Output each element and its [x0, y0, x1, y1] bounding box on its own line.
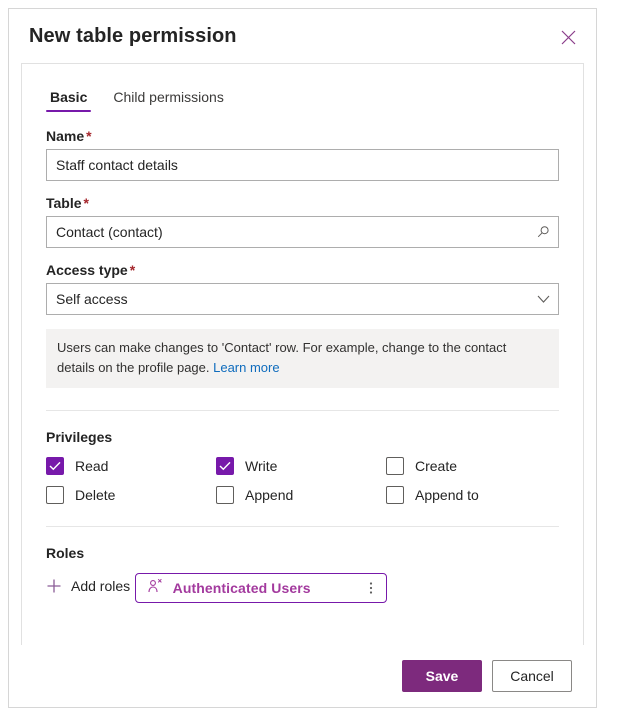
save-button[interactable]: Save [402, 660, 482, 692]
divider-privileges [46, 410, 559, 411]
role-chip-label: Authenticated Users [172, 580, 311, 596]
role-chip-authenticated-users[interactable]: Authenticated Users [134, 573, 387, 603]
privileges-grid: Read Write Create Delete Append Append t… [46, 457, 559, 504]
privilege-read[interactable]: Read [46, 457, 216, 475]
web-role-person-icon [147, 578, 163, 599]
checkbox-create[interactable] [386, 457, 404, 475]
name-label-text: Name [46, 128, 85, 144]
privilege-append-to-label: Append to [415, 487, 479, 503]
table-input-wrap[interactable] [46, 216, 559, 248]
add-roles-label: Add roles [71, 577, 131, 594]
privilege-delete[interactable]: Delete [46, 486, 216, 504]
privilege-delete-label: Delete [75, 487, 116, 503]
page-title: New table permission [29, 24, 237, 47]
privilege-append[interactable]: Append [216, 486, 386, 504]
panel-header: New table permission [9, 9, 596, 63]
required-asterisk: * [129, 262, 136, 278]
privilege-create[interactable]: Create [386, 457, 559, 475]
name-input-wrap[interactable] [46, 149, 559, 181]
privilege-create-label: Create [415, 458, 458, 474]
table-label: Table * [46, 195, 559, 211]
checkbox-append-to[interactable] [386, 486, 404, 504]
privilege-append-label: Append [245, 487, 294, 503]
access-type-description-text: Users can make changes to 'Contact' row.… [57, 340, 507, 375]
privilege-write-label: Write [245, 458, 278, 474]
checkbox-write[interactable] [216, 457, 234, 475]
chevron-down-icon[interactable] [528, 284, 558, 314]
table-input[interactable] [47, 217, 528, 247]
access-type-value[interactable] [47, 284, 528, 314]
checkbox-delete[interactable] [46, 486, 64, 504]
table-field-group: Table * [46, 195, 559, 248]
privilege-write[interactable]: Write [216, 457, 386, 475]
plus-icon [46, 578, 62, 594]
privileges-heading: Privileges [46, 429, 113, 445]
name-field-group: Name * [46, 128, 559, 181]
add-roles-button[interactable]: Add roles [46, 578, 130, 594]
access-type-dropdown[interactable] [46, 283, 559, 315]
access-type-label-text: Access type [46, 262, 128, 278]
roles-heading: Roles [46, 545, 85, 561]
more-vertical-icon[interactable] [360, 577, 382, 599]
privilege-append-to[interactable]: Append to [386, 486, 559, 504]
divider-roles [46, 526, 559, 527]
checkbox-append[interactable] [216, 486, 234, 504]
required-asterisk: * [86, 128, 92, 144]
close-icon[interactable] [552, 21, 584, 53]
search-icon[interactable] [528, 217, 558, 247]
role-chip-content: Authenticated Users [147, 578, 311, 599]
form-card: Basic Child permissions Name* Table* [21, 63, 584, 645]
access-type-description: Users can make changes to 'Contact' row.… [46, 329, 559, 388]
privilege-read-label: Read [75, 458, 109, 474]
panel-footer: Save Cancel [21, 645, 584, 707]
tab-basic[interactable]: Basic [46, 89, 92, 112]
name-input[interactable] [47, 150, 558, 180]
tab-child-permissions[interactable]: Child permissions [109, 89, 227, 112]
required-asterisk: * [83, 195, 89, 211]
new-table-permission-panel: New table permission Basic Child permiss… [8, 8, 597, 708]
table-label-text: Table [46, 195, 82, 211]
access-type-field-group: Access type * [46, 262, 559, 315]
tab-list: Basic Child permissions [46, 78, 559, 112]
name-label: Name * [46, 128, 559, 144]
learn-more-link[interactable]: Learn more [213, 360, 279, 375]
cancel-button[interactable]: Cancel [492, 660, 572, 692]
checkbox-read[interactable] [46, 457, 64, 475]
access-type-label: Access type * [46, 262, 559, 278]
